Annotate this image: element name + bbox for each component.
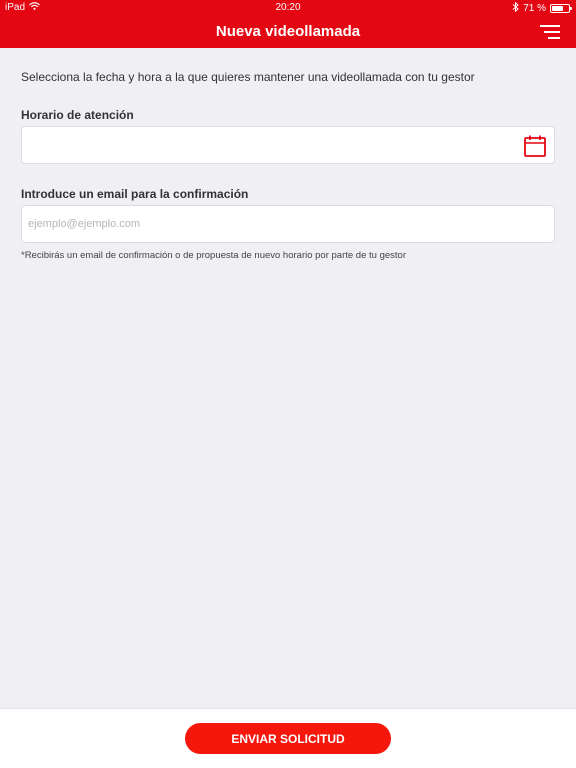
calendar-icon[interactable]	[523, 134, 547, 158]
menu-button[interactable]	[538, 22, 562, 42]
status-time: 20:20	[275, 2, 301, 13]
menu-icon	[540, 25, 560, 39]
form-content: Selecciona la fecha y hora a la que quie…	[21, 70, 555, 261]
status-bar: iPad 20:20 71 %	[0, 0, 576, 16]
intro-text: Selecciona la fecha y hora a la que quie…	[21, 70, 475, 84]
battery-icon	[550, 4, 572, 13]
email-field-wrapper	[21, 205, 555, 243]
page-title: Nueva videollamada	[215, 23, 361, 40]
nav-bar: Nueva videollamada	[0, 16, 576, 48]
bluetooth-icon	[512, 1, 519, 15]
confirmation-note: *Recibirás un email de confirmación o de…	[21, 250, 406, 261]
email-field[interactable]	[22, 206, 554, 242]
battery-fill	[552, 6, 564, 11]
status-right: 71 %	[512, 1, 572, 15]
schedule-date-field[interactable]	[21, 126, 555, 164]
battery-percent: 71 %	[523, 3, 546, 14]
schedule-label: Horario de atención	[21, 108, 134, 122]
footer: ENVIAR SOLICITUD	[0, 708, 576, 768]
email-label: Introduce un email para la confirmación	[21, 187, 249, 201]
submit-button[interactable]: ENVIAR SOLICITUD	[185, 723, 391, 754]
